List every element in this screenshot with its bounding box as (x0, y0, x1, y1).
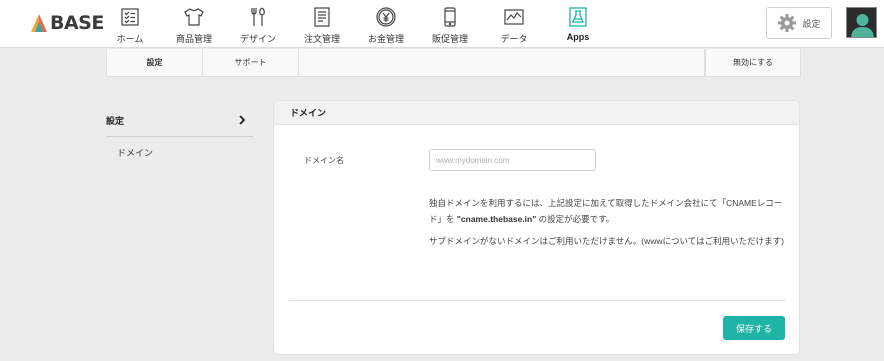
top-header: BASE ホーム 商品管理 デザイン 注文管理 お金管理 販促管理 データ Ap… (0, 0, 884, 48)
flask-icon (569, 7, 587, 27)
app-subtabs: 設定 サポート 無効にする (106, 49, 801, 77)
nav-item-money[interactable]: お金管理 (354, 0, 418, 48)
nav-label: 商品管理 (175, 34, 212, 44)
chevron-right-icon (239, 115, 246, 125)
logo-text: BASE (50, 12, 104, 34)
domain-input[interactable] (429, 149, 596, 171)
nav-item-home[interactable]: ホーム (98, 0, 162, 48)
yen-coin-icon (376, 7, 396, 27)
cname-instructions: 独自ドメインを利用するには、上記設定に加えて取得したドメイン会社にて「CNAME… (429, 198, 783, 224)
nav-item-products[interactable]: 商品管理 (162, 0, 226, 48)
tab-support[interactable]: サポート (203, 49, 299, 76)
nav-item-data[interactable]: データ (482, 0, 546, 48)
domain-description: 独自ドメインを利用するには、上記設定に加えて取得したドメイン会社にて「CNAME… (429, 195, 789, 249)
disable-app-button[interactable]: 無効にする (705, 49, 800, 76)
main-nav: ホーム 商品管理 デザイン 注文管理 お金管理 販促管理 データ Apps (98, 0, 610, 48)
save-button[interactable]: 保存する (723, 316, 785, 340)
sidebar-item-domain[interactable]: ドメイン (117, 146, 153, 159)
subdomain-note: サブドメインがないドメインはご利用いただけません。(wwwについてはご利用いただ… (429, 236, 784, 246)
sidebar-heading-label: 設定 (106, 115, 125, 126)
nav-label: 販促管理 (431, 34, 468, 44)
tools-icon (251, 7, 265, 26)
smartphone-icon (444, 7, 456, 27)
user-avatar-icon (847, 8, 876, 37)
base-logo[interactable]: BASE (30, 11, 104, 35)
nav-item-promotion[interactable]: 販促管理 (418, 0, 482, 48)
domain-name-label: ドメイン名 (304, 156, 344, 165)
document-icon (314, 7, 330, 27)
nav-item-apps[interactable]: Apps (546, 0, 610, 48)
nav-label: お金管理 (367, 34, 404, 44)
settings-button-label: 設定 (802, 18, 821, 29)
nav-label: ホーム (116, 34, 144, 44)
nav-label: デザイン (239, 34, 276, 44)
tab-settings[interactable]: 設定 (107, 49, 203, 76)
logo-triangle-icon (31, 14, 47, 32)
sidebar-heading-settings[interactable]: 設定 (106, 104, 253, 137)
line-chart-icon (504, 9, 524, 25)
divider (289, 300, 785, 301)
gear-icon (778, 14, 797, 32)
nav-item-design[interactable]: デザイン (226, 0, 290, 48)
cname-value: "cname.thebase.in" (456, 214, 537, 224)
checklist-icon (121, 8, 139, 26)
tshirt-icon (184, 8, 204, 26)
avatar[interactable] (846, 7, 877, 38)
nav-label: データ (500, 34, 528, 44)
panel-title: ドメイン (274, 101, 799, 125)
nav-label: 注文管理 (303, 34, 340, 44)
domain-panel: ドメイン ドメイン名 独自ドメインを利用するには、上記設定に加えて取得したドメイ… (274, 101, 799, 354)
settings-button[interactable]: 設定 (766, 7, 832, 39)
subtabs-spacer (299, 49, 705, 76)
nav-label: Apps (566, 32, 590, 42)
nav-item-orders[interactable]: 注文管理 (290, 0, 354, 48)
